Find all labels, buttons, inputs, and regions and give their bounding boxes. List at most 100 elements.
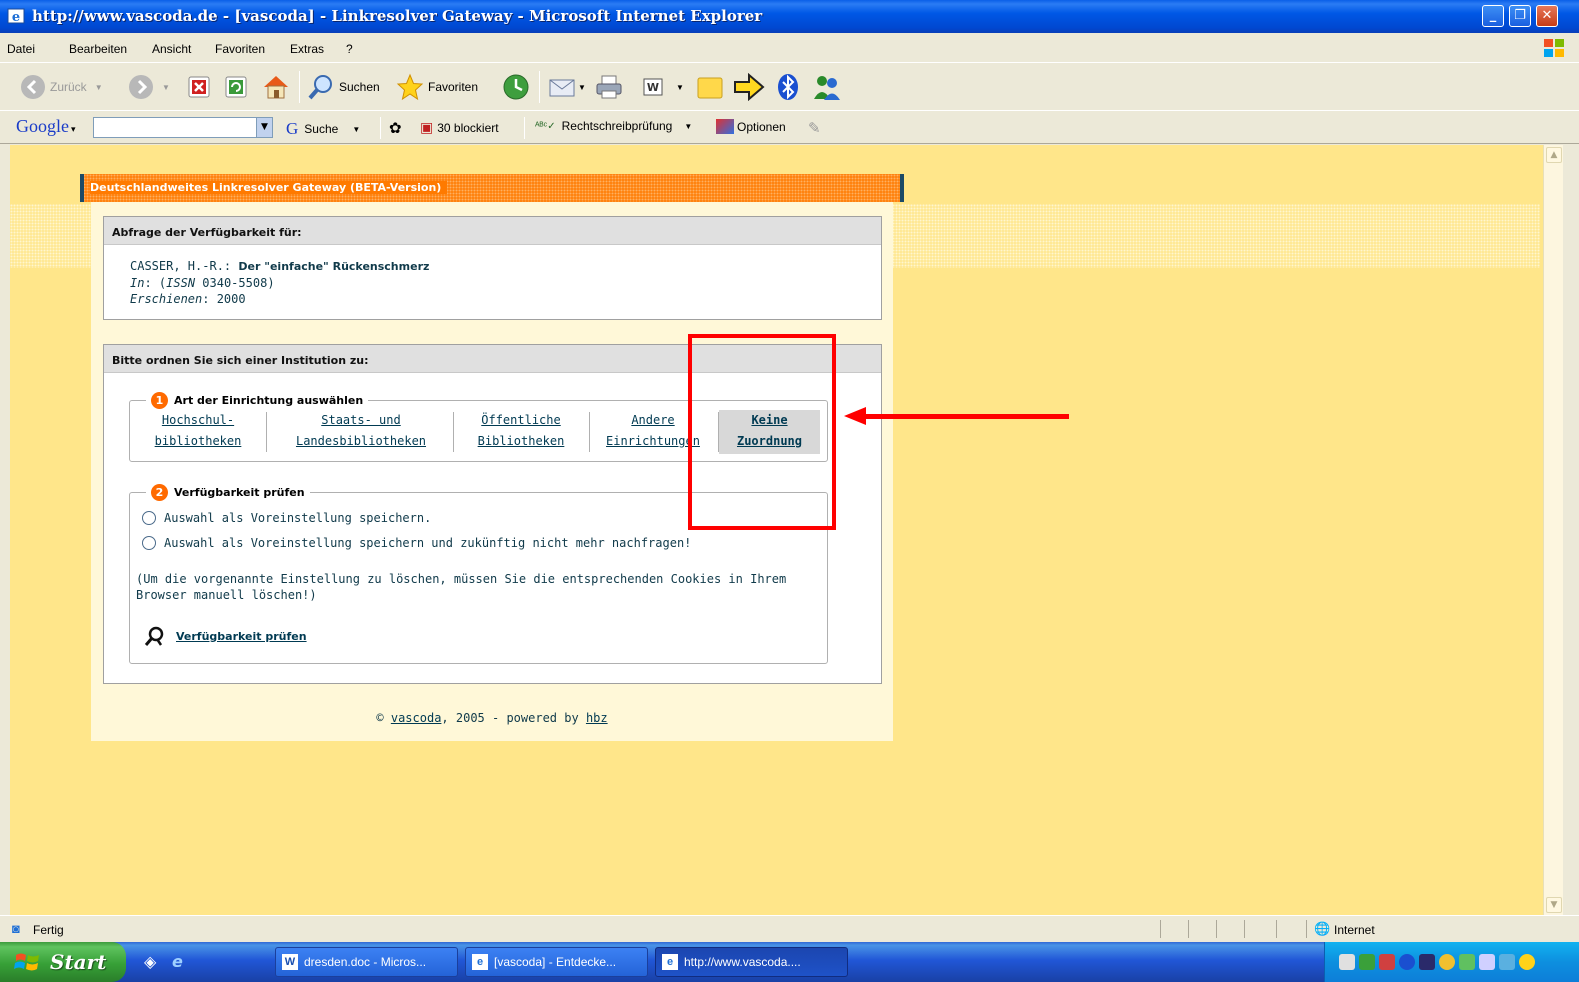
discuss-button[interactable] <box>697 73 723 101</box>
menu-extras[interactable]: Extras <box>290 42 324 56</box>
radio-circle[interactable] <box>142 536 156 550</box>
menu-help[interactable]: ? <box>346 42 353 56</box>
radio-save-no-ask[interactable]: Auswahl als Voreinstellung speichern und… <box>142 536 691 550</box>
title-bar: e http://www.vascoda.de - [vascoda] - Li… <box>0 0 1579 33</box>
popup-blocker-icon: ▣ <box>420 119 434 135</box>
highlight-button[interactable]: ✎ <box>808 119 821 137</box>
print-icon <box>596 75 622 99</box>
pencil-icon: ✎ <box>808 120 821 137</box>
globe-icon: 🌐 <box>1314 921 1331 936</box>
popup-blocker-button[interactable]: ▣ 30 blockiert <box>420 119 499 136</box>
back-arrow-icon <box>21 75 45 99</box>
page-icon: ◙ <box>12 921 20 936</box>
gateway-header: Deutschlandweites Linkresolver Gateway (… <box>80 174 904 202</box>
pagerank-button[interactable]: ✿ <box>389 119 402 137</box>
status-bar: ◙ Fertig 🌐 Internet <box>0 915 1579 942</box>
tray-shield-icon[interactable] <box>1379 954 1395 970</box>
vertical-scrollbar[interactable]: ▲ ▼ <box>1543 145 1563 915</box>
tray-messenger-icon[interactable] <box>1519 954 1535 970</box>
step2-label: Verfügbarkeit prüfen <box>174 486 305 499</box>
taskbar-item-word[interactable]: W dresden.doc - Micros... <box>275 947 458 977</box>
mail-icon <box>549 79 575 97</box>
hbz-link[interactable]: hbz <box>586 711 608 725</box>
svg-text:W: W <box>647 81 659 94</box>
menu-bearbeiten[interactable]: Bearbeiten <box>69 42 127 56</box>
tray-power-icon[interactable] <box>1459 954 1475 970</box>
stop-icon <box>188 76 210 98</box>
stop-button[interactable] <box>188 73 210 101</box>
scroll-down-icon[interactable]: ▼ <box>1546 897 1562 913</box>
tab-hochschulbibliotheken[interactable]: Hochschul-bibliotheken <box>144 410 252 454</box>
star-icon <box>396 73 424 101</box>
restore-button[interactable]: ❐ <box>1509 5 1531 27</box>
messenger-button[interactable] <box>733 73 765 101</box>
availability-box: Abfrage der Verfügbarkeit für: CASSER, H… <box>103 216 882 320</box>
search-button[interactable]: Suchen <box>307 73 380 101</box>
pagerank-icon: ✿ <box>389 120 402 137</box>
taskbar-item-ie-active[interactable]: e http://www.vascoda.... <box>655 947 848 977</box>
back-button[interactable]: Zurück ▼ <box>20 73 103 101</box>
record-info: CASSER, H.-R.: Der "einfache" Rückenschm… <box>130 259 430 306</box>
refresh-button[interactable] <box>225 73 247 101</box>
tray-app-icon[interactable] <box>1359 954 1375 970</box>
spellcheck-icon: ᴬᴮᶜ✓ <box>535 120 556 132</box>
print-button[interactable] <box>595 73 623 101</box>
options-button[interactable]: Optionen <box>716 119 786 134</box>
minimize-button[interactable]: _ <box>1482 5 1504 27</box>
tray-volume-icon[interactable] <box>1499 954 1515 970</box>
spellcheck-button[interactable]: ᴬᴮᶜ✓ Rechtschreibprüfung ▼ <box>535 119 692 133</box>
bluetooth-icon[interactable] <box>1399 954 1415 970</box>
chevron-down-icon: ▼ <box>162 82 170 92</box>
radio-circle[interactable] <box>142 511 156 525</box>
check-availability-link[interactable]: Verfügbarkeit prüfen <box>176 630 307 643</box>
bluetooth-icon <box>778 74 798 100</box>
chevron-down-icon[interactable]: ▼ <box>256 118 272 137</box>
page-title: Deutschlandweites Linkresolver Gateway (… <box>90 181 448 194</box>
home-button[interactable] <box>261 73 291 101</box>
bluetooth-button[interactable] <box>777 73 799 101</box>
arrow-right-icon <box>734 73 765 101</box>
ie-icon: e <box>662 954 678 970</box>
radio-save-default[interactable]: Auswahl als Voreinstellung speichern. <box>142 511 431 525</box>
quicklaunch-desktop-icon[interactable]: ◈ <box>144 952 156 971</box>
mail-button[interactable]: ▼ <box>548 73 586 101</box>
toolbar-separator <box>539 71 540 103</box>
windows-logo-icon <box>1544 39 1564 57</box>
contacts-button[interactable] <box>812 73 842 101</box>
page-footer: © vascoda, 2005 - powered by hbz <box>376 711 608 725</box>
status-text: Fertig <box>33 923 64 937</box>
google-logo[interactable]: Google ▾ <box>16 116 76 137</box>
people-icon <box>814 76 840 100</box>
chevron-down-icon: ▼ <box>578 82 586 92</box>
check-availability[interactable]: Verfügbarkeit prüfen <box>144 626 307 646</box>
history-button[interactable] <box>502 73 530 101</box>
close-button[interactable]: ✕ <box>1536 5 1558 27</box>
browser-content: Deutschlandweites Linkresolver Gateway (… <box>10 145 1563 915</box>
tab-oeffentliche-bibliotheken[interactable]: Öffentliche Bibliotheken <box>466 410 576 454</box>
tray-monitor-icon[interactable] <box>1419 954 1435 970</box>
menu-datei[interactable]: Datei <box>7 42 35 56</box>
record-title: Der "einfache" Rückenschmerz <box>238 260 430 273</box>
step-number-1-icon: 1 <box>151 392 168 409</box>
scroll-up-icon[interactable]: ▲ <box>1546 147 1562 163</box>
google-search-button[interactable]: G Suche ▼ <box>286 119 360 139</box>
favorites-button[interactable]: Favoriten <box>396 73 478 101</box>
network-icon[interactable] <box>1339 954 1355 970</box>
availability-heading: Abfrage der Verfügbarkeit für: <box>104 217 881 245</box>
menu-favoriten[interactable]: Favoriten <box>215 42 265 56</box>
start-button[interactable]: Start <box>0 942 126 982</box>
tab-staats-landesbibliotheken[interactable]: Staats- und Landesbibliotheken <box>280 410 442 454</box>
vascoda-link[interactable]: vascoda <box>391 711 442 725</box>
annotation-arrowhead <box>844 407 866 425</box>
forward-button[interactable]: ▼ <box>128 73 170 101</box>
edit-button[interactable]: W ▼ <box>642 73 684 101</box>
google-search-input[interactable]: ▼ <box>93 117 273 138</box>
tray-sync-icon[interactable] <box>1439 954 1455 970</box>
system-tray <box>1324 942 1579 982</box>
tray-display-icon[interactable] <box>1479 954 1495 970</box>
chevron-down-icon: ▼ <box>684 121 693 131</box>
taskbar-item-vascoda[interactable]: e [vascoda] - Entdecke... <box>465 947 648 977</box>
quicklaunch-ie-icon[interactable]: e <box>172 952 183 971</box>
menu-ansicht[interactable]: Ansicht <box>152 42 191 56</box>
svg-text:e: e <box>12 10 20 25</box>
